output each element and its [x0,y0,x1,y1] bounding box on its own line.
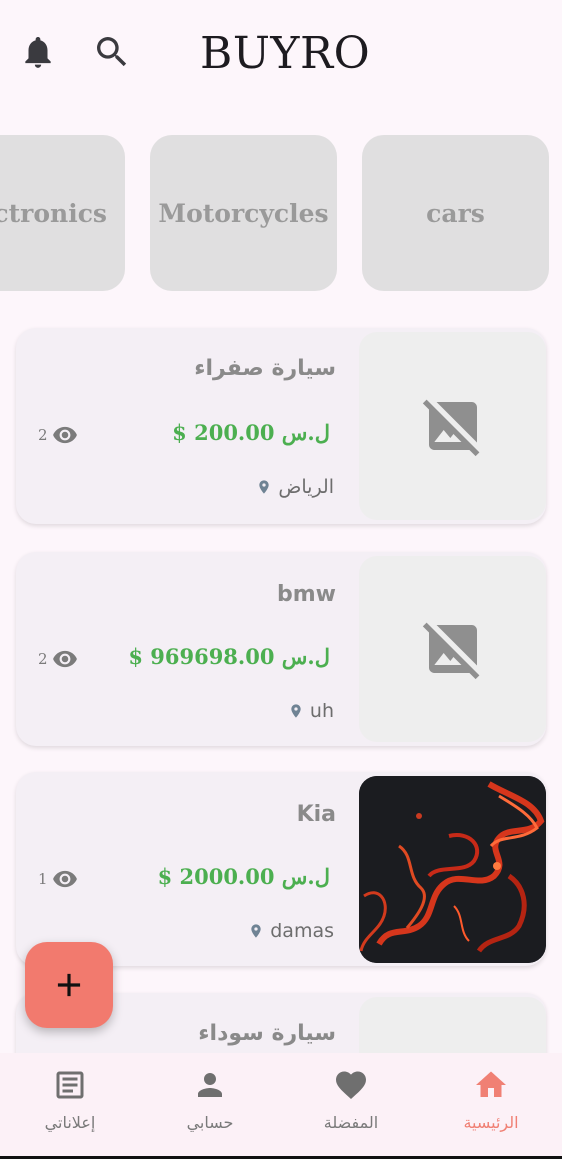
search-icon[interactable] [92,32,132,72]
listing-location: uh [288,700,334,722]
view-count: 2 [38,646,78,672]
plus-icon [57,973,81,997]
nav-my-ads[interactable]: إعلاناتي [0,1053,140,1159]
nav-label: إعلاناتي [44,1113,96,1132]
location-label: uh [309,700,334,722]
location-label: الرياض [278,476,334,498]
person-icon [198,1073,222,1097]
listing-price: $ 969698.00 ل.س [128,644,330,669]
add-listing-button[interactable] [25,942,113,1028]
location-pin-icon [291,704,301,718]
no-image-icon [422,622,479,680]
view-count-value: 2 [38,650,48,668]
view-count: 2 [38,422,78,448]
location-label: damas [270,920,334,942]
category-list: Electronics Motorcycles cars [0,135,562,291]
category-label: cars [426,198,485,228]
nav-label: المفضلة [323,1113,379,1132]
listing-title: سيارة سوداء [198,1021,336,1046]
lava-photo [359,776,546,963]
listing-card[interactable]: bmw $ 969698.00 ل.س 2 uh [16,552,546,746]
eye-icon [52,426,77,444]
nav-label: حسابي [186,1113,234,1132]
listing-title: bmw [277,582,336,607]
nav-label: الرئيسية [463,1113,519,1132]
nav-home[interactable]: الرئيسية [421,1053,561,1159]
nav-favorites[interactable]: المفضلة [281,1053,421,1159]
article-icon [56,1071,84,1099]
nav-my-account[interactable]: حسابي [140,1053,280,1159]
heart-icon [336,1071,366,1100]
listing-image [359,332,546,520]
no-image-icon [422,399,479,457]
app-bar: BUYRO [0,0,562,110]
listing-location: الرياض [256,476,334,498]
location-pin-icon [251,924,261,938]
category-electronics[interactable]: Electronics [0,135,125,291]
listing-price: $ 2000.00 ل.س [157,864,330,889]
view-count: 1 [38,866,78,892]
listing-price: $ 200.00 ل.س [172,420,330,445]
eye-icon [52,870,77,888]
category-label: Motorcycles [158,198,329,228]
category-motorcycles[interactable]: Motorcycles [150,135,337,291]
home-icon [476,1071,506,1097]
listing-location: damas [248,920,334,942]
listing-title: Kia [296,802,336,827]
listing-image [359,556,546,742]
view-count-value: 2 [38,426,48,444]
bottom-navigation: إعلاناتي حسابي المفضلة الرئيسية [0,1053,562,1159]
listing-card[interactable]: سيارة صفراء $ 200.00 ل.س 2 الرياض [16,328,546,524]
view-count-value: 1 [38,870,48,888]
listing-image [359,776,546,963]
listing-card[interactable]: Kia $ 2000.00 ل.س 1 damas [16,772,546,966]
notification-bell-icon[interactable] [19,31,57,73]
category-cars[interactable]: cars [362,135,549,291]
category-label: Electronics [0,198,107,228]
eye-icon [52,650,77,668]
location-pin-icon [259,480,270,494]
listing-title: سيارة صفراء [194,356,336,381]
app-title: BUYRO [200,28,371,79]
